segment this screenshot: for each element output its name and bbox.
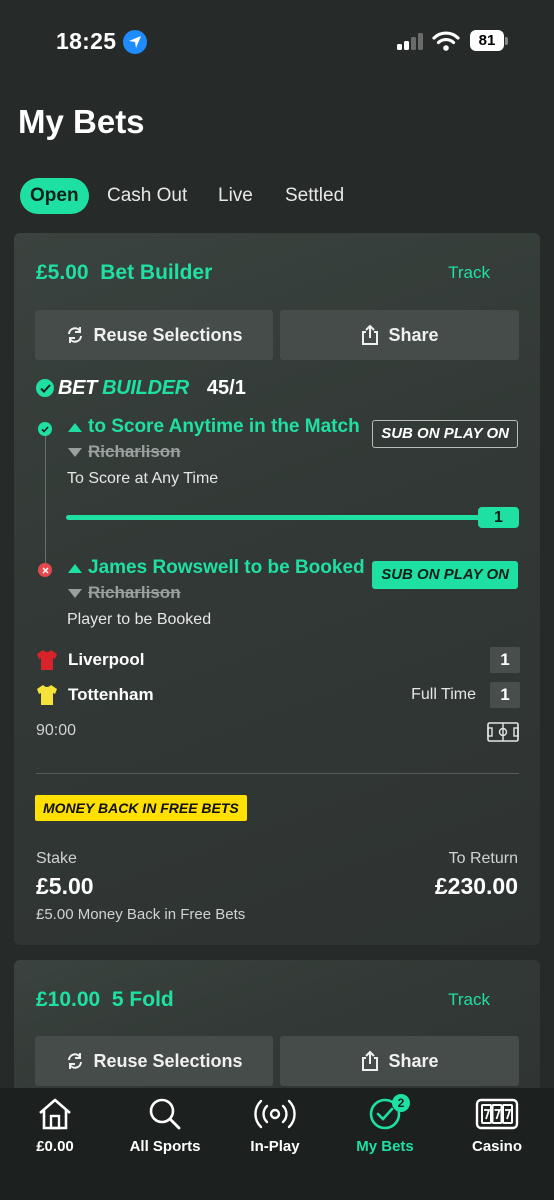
stake-label: Stake (36, 850, 77, 867)
shirt-icon (37, 685, 57, 705)
pitch-icon[interactable] (487, 722, 519, 742)
money-back-note: £5.00 Money Back in Free Bets (36, 906, 246, 923)
sub-on-play-on-badge: SUB ON PLAY ON (372, 561, 518, 589)
home-icon (39, 1098, 71, 1130)
bet-builder-header: BET BUILDER 45/1 (36, 376, 246, 400)
leg-market: Player to be Booked (67, 611, 212, 628)
track-link[interactable]: Track (448, 990, 490, 1010)
leg-selection: James Rowswell to be Booked (68, 557, 365, 579)
reuse-selections-label: Reuse Selections (93, 324, 243, 345)
status-bar: 18:25 81 (0, 0, 554, 84)
search-icon (149, 1098, 181, 1130)
bet-heading: £5.00 Bet Builder (36, 261, 212, 285)
live-broadcast-icon (254, 1099, 296, 1129)
track-link[interactable]: Track (448, 263, 490, 283)
bet-odds: 45/1 (206, 376, 246, 399)
promo-badge: MONEY BACK IN FREE BETS (35, 795, 247, 821)
divider (36, 773, 519, 774)
reuse-selections-label: Reuse Selections (93, 1050, 243, 1071)
home-team-row: Liverpool 1 (36, 647, 520, 673)
bet-card: £5.00 Bet Builder Track Reuse Selections… (14, 233, 540, 945)
stake-value: £5.00 (36, 873, 94, 899)
refresh-icon (68, 327, 83, 343)
to-return-value: £230.00 (434, 873, 518, 899)
bet-stake-display: £10.00 (36, 988, 101, 1011)
cellular-signal-icon (397, 32, 425, 50)
away-team-row: Tottenham Full Time 1 (36, 682, 520, 708)
bet-heading: £10.00 5 Fold (36, 988, 174, 1012)
home-team-name: Liverpool (68, 650, 145, 669)
wifi-icon (432, 31, 460, 51)
leg-selection: to Score Anytime in the Match (68, 416, 360, 438)
tab-settled[interactable]: Settled (285, 178, 344, 214)
leg-lost-icon (38, 563, 52, 577)
refresh-icon (68, 1053, 83, 1069)
arrow-up-icon (68, 563, 82, 573)
battery-indicator: 81 (470, 30, 504, 51)
share-label: Share (388, 1050, 439, 1071)
away-score: 1 (490, 682, 520, 708)
to-return-label: To Return (448, 850, 518, 867)
sub-on-play-on-badge: SUB ON PLAY ON (372, 420, 518, 448)
clock-time: 18:25 (56, 28, 117, 54)
bet-type: Bet Builder (100, 261, 213, 284)
tab-live[interactable]: Live (218, 178, 253, 214)
bet-tabs: Open Cash Out Live Settled (20, 178, 540, 214)
nav-all-sports[interactable]: All Sports (110, 1094, 220, 1155)
leg-previous-selection: Richarlison (68, 442, 181, 462)
home-score: 1 (490, 647, 520, 673)
share-label: Share (388, 324, 439, 345)
reuse-selections-button[interactable]: Reuse Selections (35, 310, 273, 360)
page-title: My Bets (18, 103, 145, 140)
leg-progress-bar (66, 515, 482, 520)
tab-open[interactable]: Open (20, 178, 89, 214)
leg-progress-count: 1 (478, 507, 519, 528)
arrow-down-icon (68, 588, 82, 598)
nav-account-balance[interactable]: £0.00 (0, 1094, 110, 1155)
slot-machine-icon (475, 1098, 519, 1130)
nav-my-bets[interactable]: 2 My Bets (330, 1094, 440, 1155)
bet-type: 5 Fold (111, 988, 174, 1011)
leg-previous-selection: Richarlison (68, 583, 181, 603)
legs-connector (45, 433, 46, 571)
share-icon (362, 324, 379, 345)
bottom-nav: £0.00 All Sports In-Play 2 My Bets Casin… (0, 1088, 554, 1200)
nav-casino[interactable]: Casino (442, 1094, 552, 1155)
share-icon (362, 1050, 379, 1071)
away-team-name: Tottenham (68, 685, 154, 704)
arrow-down-icon (68, 447, 82, 457)
match-clock: 90:00 (36, 722, 77, 739)
leg-won-icon (38, 422, 52, 436)
nav-in-play[interactable]: In-Play (220, 1094, 330, 1155)
match-period: Full Time (411, 686, 476, 703)
leg-market: To Score at Any Time (67, 470, 219, 487)
arrow-up-icon (68, 422, 82, 432)
check-icon (36, 379, 54, 397)
bet-stake-display: £5.00 (36, 261, 89, 284)
my-bets-count-badge: 2 (392, 1094, 410, 1112)
battery-nub (505, 37, 508, 45)
shirt-icon (37, 650, 57, 670)
reuse-selections-button[interactable]: Reuse Selections (35, 1036, 273, 1086)
share-button[interactable]: Share (280, 310, 519, 360)
share-button[interactable]: Share (280, 1036, 519, 1086)
bet-builder-logo: BET BUILDER (58, 376, 189, 399)
tab-cash-out[interactable]: Cash Out (107, 178, 187, 214)
location-arrow-icon (123, 30, 147, 54)
